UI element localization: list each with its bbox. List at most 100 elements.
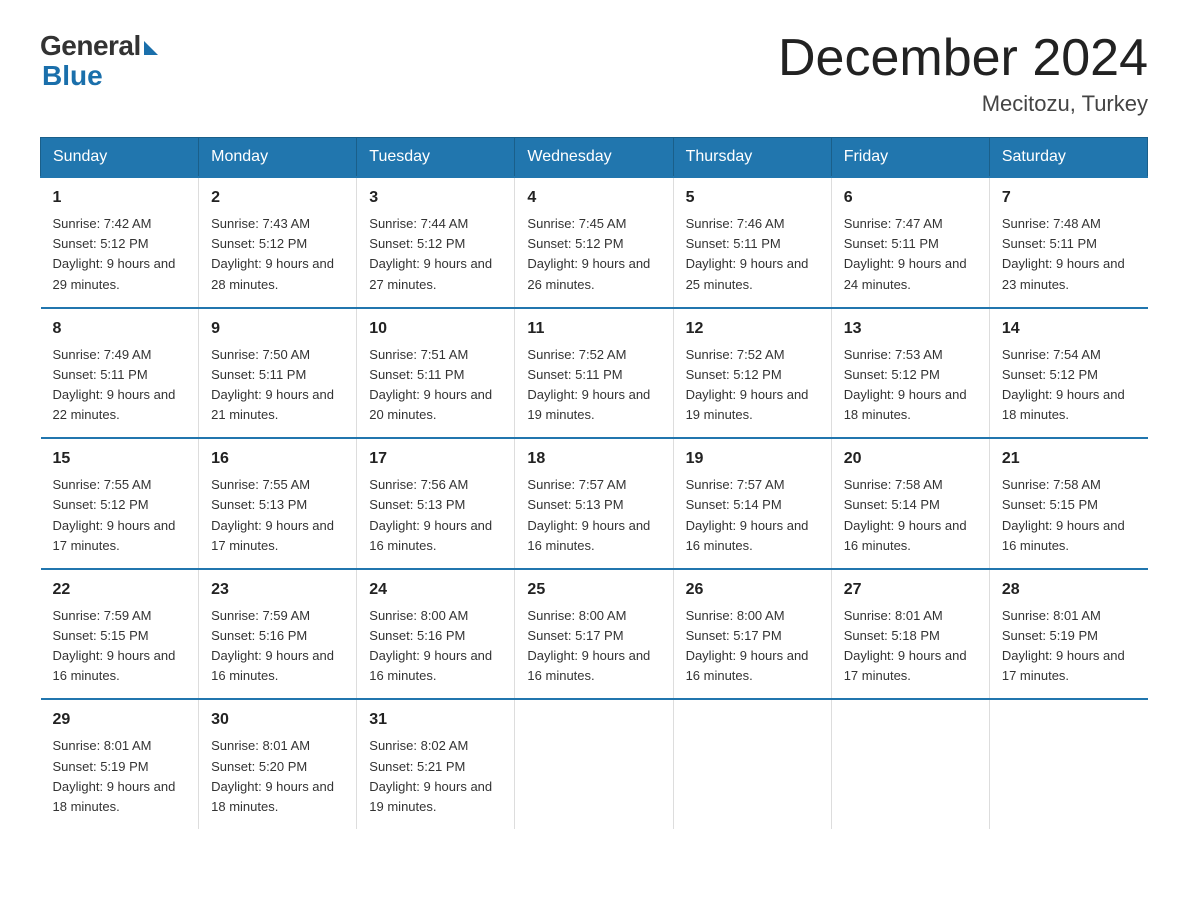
day-number: 14 xyxy=(1002,317,1136,341)
day-info: Sunrise: 7:48 AMSunset: 5:11 PMDaylight:… xyxy=(1002,214,1136,295)
day-info: Sunrise: 7:58 AMSunset: 5:14 PMDaylight:… xyxy=(844,475,977,556)
day-info: Sunrise: 8:02 AMSunset: 5:21 PMDaylight:… xyxy=(369,736,502,817)
day-number: 15 xyxy=(53,447,187,471)
day-cell: 22Sunrise: 7:59 AMSunset: 5:15 PMDayligh… xyxy=(41,569,199,700)
day-number: 10 xyxy=(369,317,502,341)
day-cell: 13 Sunrise: 7:53 AMSunset: 5:12 PMDayligh… xyxy=(831,308,989,439)
day-cell xyxy=(673,699,831,829)
header-tuesday: Tuesday xyxy=(357,138,515,178)
day-info: Sunrise: 7:53 AMSunset: 5:12 PMDaylight:… xyxy=(844,345,977,426)
day-number: 5 xyxy=(686,186,819,210)
day-info: Sunrise: 7:46 AMSunset: 5:11 PMDaylight:… xyxy=(686,214,819,295)
day-number: 7 xyxy=(1002,186,1136,210)
day-info: Sunrise: 8:00 AMSunset: 5:17 PMDaylight:… xyxy=(527,606,660,687)
day-cell: 1 Sunrise: 7:42 AMSunset: 5:12 PMDaylight… xyxy=(41,177,199,308)
day-info: Sunrise: 7:57 AMSunset: 5:14 PMDaylight:… xyxy=(686,475,819,556)
day-info: Sunrise: 7:56 AMSunset: 5:13 PMDaylight:… xyxy=(369,475,502,556)
page-header: General Blue December 2024 Mecitozu, Tur… xyxy=(40,30,1148,117)
month-title: December 2024 xyxy=(778,30,1148,87)
day-info: Sunrise: 7:52 AMSunset: 5:11 PMDaylight:… xyxy=(527,345,660,426)
day-number: 26 xyxy=(686,578,819,602)
day-cell: 8 Sunrise: 7:49 AMSunset: 5:11 PMDaylight… xyxy=(41,308,199,439)
day-cell: 23 Sunrise: 7:59 AMSunset: 5:16 PMDayligh… xyxy=(199,569,357,700)
day-info: Sunrise: 7:57 AMSunset: 5:13 PMDaylight:… xyxy=(527,475,660,556)
day-info: Sunrise: 7:42 AMSunset: 5:12 PMDaylight:… xyxy=(53,214,187,295)
day-info: Sunrise: 8:00 AMSunset: 5:17 PMDaylight:… xyxy=(686,606,819,687)
day-number: 12 xyxy=(686,317,819,341)
day-number: 17 xyxy=(369,447,502,471)
week-row-2: 8 Sunrise: 7:49 AMSunset: 5:11 PMDaylight… xyxy=(41,308,1148,439)
day-number: 19 xyxy=(686,447,819,471)
day-number: 6 xyxy=(844,186,977,210)
day-cell: 18 Sunrise: 7:57 AMSunset: 5:13 PMDayligh… xyxy=(515,438,673,569)
logo-blue-text: Blue xyxy=(42,60,103,92)
day-info: Sunrise: 8:01 AMSunset: 5:19 PMDaylight:… xyxy=(53,736,187,817)
day-number: 11 xyxy=(527,317,660,341)
header-friday: Friday xyxy=(831,138,989,178)
day-number: 4 xyxy=(527,186,660,210)
day-number: 16 xyxy=(211,447,344,471)
day-cell xyxy=(515,699,673,829)
day-cell: 2 Sunrise: 7:43 AMSunset: 5:12 PMDaylight… xyxy=(199,177,357,308)
day-info: Sunrise: 7:50 AMSunset: 5:11 PMDaylight:… xyxy=(211,345,344,426)
week-row-4: 22Sunrise: 7:59 AMSunset: 5:15 PMDayligh… xyxy=(41,569,1148,700)
day-info: Sunrise: 7:43 AMSunset: 5:12 PMDaylight:… xyxy=(211,214,344,295)
day-number: 25 xyxy=(527,578,660,602)
day-number: 24 xyxy=(369,578,502,602)
day-number: 31 xyxy=(369,708,502,732)
day-cell: 25 Sunrise: 8:00 AMSunset: 5:17 PMDayligh… xyxy=(515,569,673,700)
day-cell: 7 Sunrise: 7:48 AMSunset: 5:11 PMDaylight… xyxy=(989,177,1147,308)
week-row-3: 15Sunrise: 7:55 AMSunset: 5:12 PMDayligh… xyxy=(41,438,1148,569)
calendar-table: SundayMondayTuesdayWednesdayThursdayFrid… xyxy=(40,137,1148,829)
day-info: Sunrise: 7:59 AMSunset: 5:15 PMDaylight:… xyxy=(53,606,187,687)
day-number: 3 xyxy=(369,186,502,210)
day-info: Sunrise: 7:49 AMSunset: 5:11 PMDaylight:… xyxy=(53,345,187,426)
day-cell: 15Sunrise: 7:55 AMSunset: 5:12 PMDayligh… xyxy=(41,438,199,569)
day-cell: 30Sunrise: 8:01 AMSunset: 5:20 PMDayligh… xyxy=(199,699,357,829)
day-cell: 28 Sunrise: 8:01 AMSunset: 5:19 PMDayligh… xyxy=(989,569,1147,700)
day-info: Sunrise: 7:51 AMSunset: 5:11 PMDaylight:… xyxy=(369,345,502,426)
day-info: Sunrise: 7:44 AMSunset: 5:12 PMDaylight:… xyxy=(369,214,502,295)
day-cell: 19 Sunrise: 7:57 AMSunset: 5:14 PMDayligh… xyxy=(673,438,831,569)
day-info: Sunrise: 7:47 AMSunset: 5:11 PMDaylight:… xyxy=(844,214,977,295)
day-cell xyxy=(831,699,989,829)
day-cell: 29Sunrise: 8:01 AMSunset: 5:19 PMDayligh… xyxy=(41,699,199,829)
day-info: Sunrise: 7:54 AMSunset: 5:12 PMDaylight:… xyxy=(1002,345,1136,426)
day-info: Sunrise: 7:58 AMSunset: 5:15 PMDaylight:… xyxy=(1002,475,1136,556)
title-section: December 2024 Mecitozu, Turkey xyxy=(778,30,1148,117)
day-cell: 6 Sunrise: 7:47 AMSunset: 5:11 PMDaylight… xyxy=(831,177,989,308)
day-info: Sunrise: 7:59 AMSunset: 5:16 PMDaylight:… xyxy=(211,606,344,687)
day-number: 8 xyxy=(53,317,187,341)
day-info: Sunrise: 8:01 AMSunset: 5:18 PMDaylight:… xyxy=(844,606,977,687)
day-cell: 20 Sunrise: 7:58 AMSunset: 5:14 PMDayligh… xyxy=(831,438,989,569)
day-number: 28 xyxy=(1002,578,1136,602)
header-monday: Monday xyxy=(199,138,357,178)
calendar-header-row: SundayMondayTuesdayWednesdayThursdayFrid… xyxy=(41,138,1148,178)
day-number: 27 xyxy=(844,578,977,602)
day-number: 23 xyxy=(211,578,344,602)
day-cell: 14 Sunrise: 7:54 AMSunset: 5:12 PMDayligh… xyxy=(989,308,1147,439)
day-number: 2 xyxy=(211,186,344,210)
logo-arrow-icon xyxy=(144,41,158,55)
day-cell: 26 Sunrise: 8:00 AMSunset: 5:17 PMDayligh… xyxy=(673,569,831,700)
day-info: Sunrise: 7:52 AMSunset: 5:12 PMDaylight:… xyxy=(686,345,819,426)
day-cell: 4Sunrise: 7:45 AMSunset: 5:12 PMDaylight… xyxy=(515,177,673,308)
day-number: 21 xyxy=(1002,447,1136,471)
day-number: 13 xyxy=(844,317,977,341)
logo-general-text: General xyxy=(40,30,141,62)
day-cell: 11 Sunrise: 7:52 AMSunset: 5:11 PMDayligh… xyxy=(515,308,673,439)
day-info: Sunrise: 7:55 AMSunset: 5:13 PMDaylight:… xyxy=(211,475,344,556)
day-cell: 21 Sunrise: 7:58 AMSunset: 5:15 PMDayligh… xyxy=(989,438,1147,569)
day-cell: 31 Sunrise: 8:02 AMSunset: 5:21 PMDayligh… xyxy=(357,699,515,829)
week-row-5: 29Sunrise: 8:01 AMSunset: 5:19 PMDayligh… xyxy=(41,699,1148,829)
day-info: Sunrise: 8:01 AMSunset: 5:19 PMDaylight:… xyxy=(1002,606,1136,687)
day-cell: 17 Sunrise: 7:56 AMSunset: 5:13 PMDayligh… xyxy=(357,438,515,569)
day-cell: 24Sunrise: 8:00 AMSunset: 5:16 PMDayligh… xyxy=(357,569,515,700)
day-number: 18 xyxy=(527,447,660,471)
day-cell: 9 Sunrise: 7:50 AMSunset: 5:11 PMDaylight… xyxy=(199,308,357,439)
day-number: 20 xyxy=(844,447,977,471)
day-number: 1 xyxy=(53,186,187,210)
day-cell: 5 Sunrise: 7:46 AMSunset: 5:11 PMDaylight… xyxy=(673,177,831,308)
day-number: 9 xyxy=(211,317,344,341)
logo: General Blue xyxy=(40,30,158,92)
